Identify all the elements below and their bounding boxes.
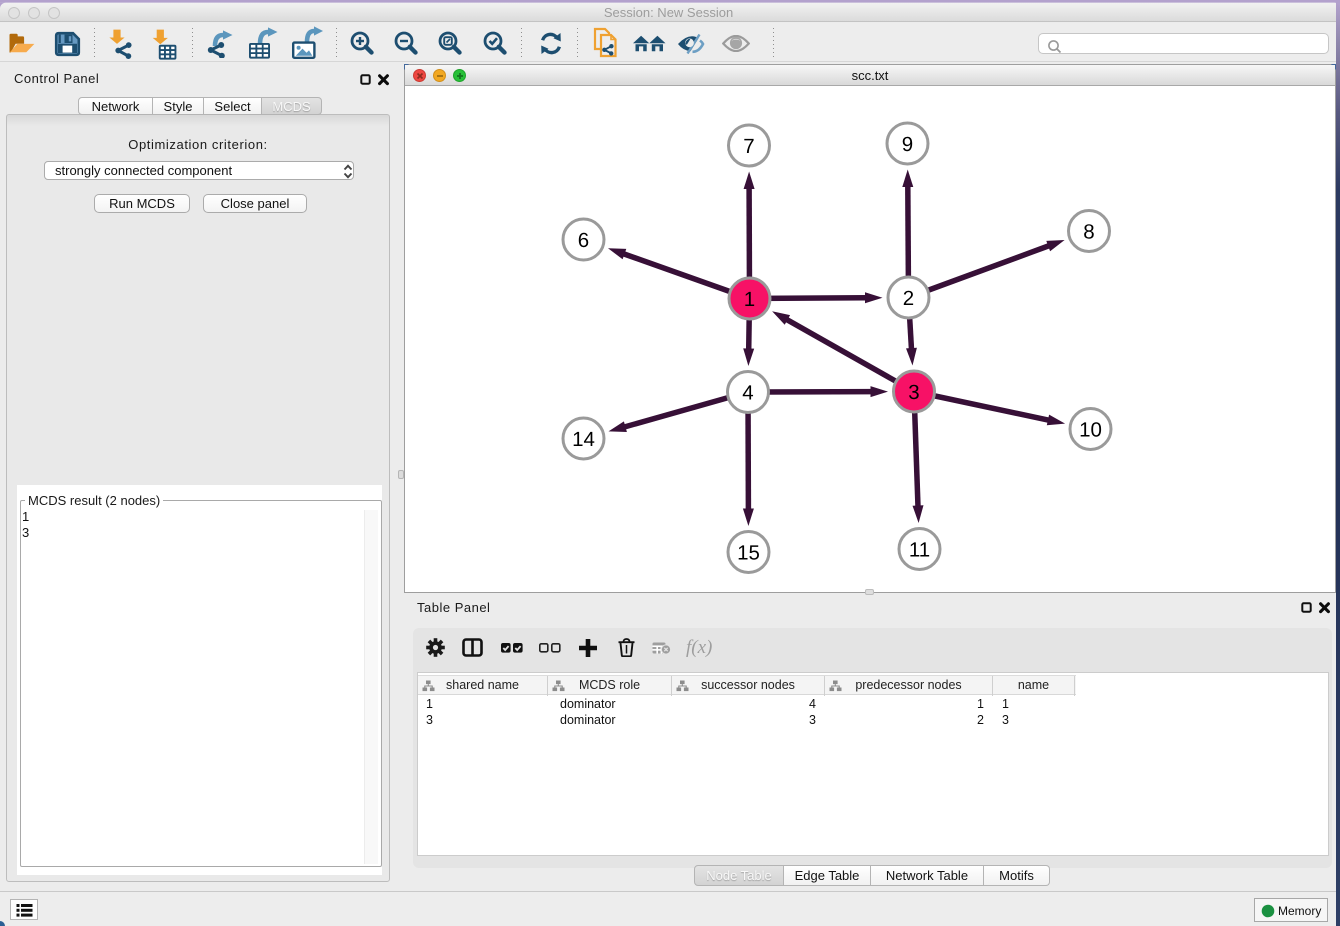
- svg-text:9: 9: [902, 133, 913, 156]
- svg-text:6: 6: [578, 229, 589, 252]
- svg-text:1: 1: [744, 288, 755, 311]
- svg-text:11: 11: [909, 538, 930, 561]
- svg-text:7: 7: [743, 135, 754, 158]
- svg-text:3: 3: [908, 381, 919, 404]
- svg-text:15: 15: [737, 541, 760, 564]
- svg-text:10: 10: [1079, 418, 1102, 441]
- svg-text:4: 4: [742, 381, 753, 404]
- svg-text:2: 2: [903, 287, 914, 310]
- svg-text:8: 8: [1083, 220, 1094, 243]
- svg-text:14: 14: [572, 428, 595, 451]
